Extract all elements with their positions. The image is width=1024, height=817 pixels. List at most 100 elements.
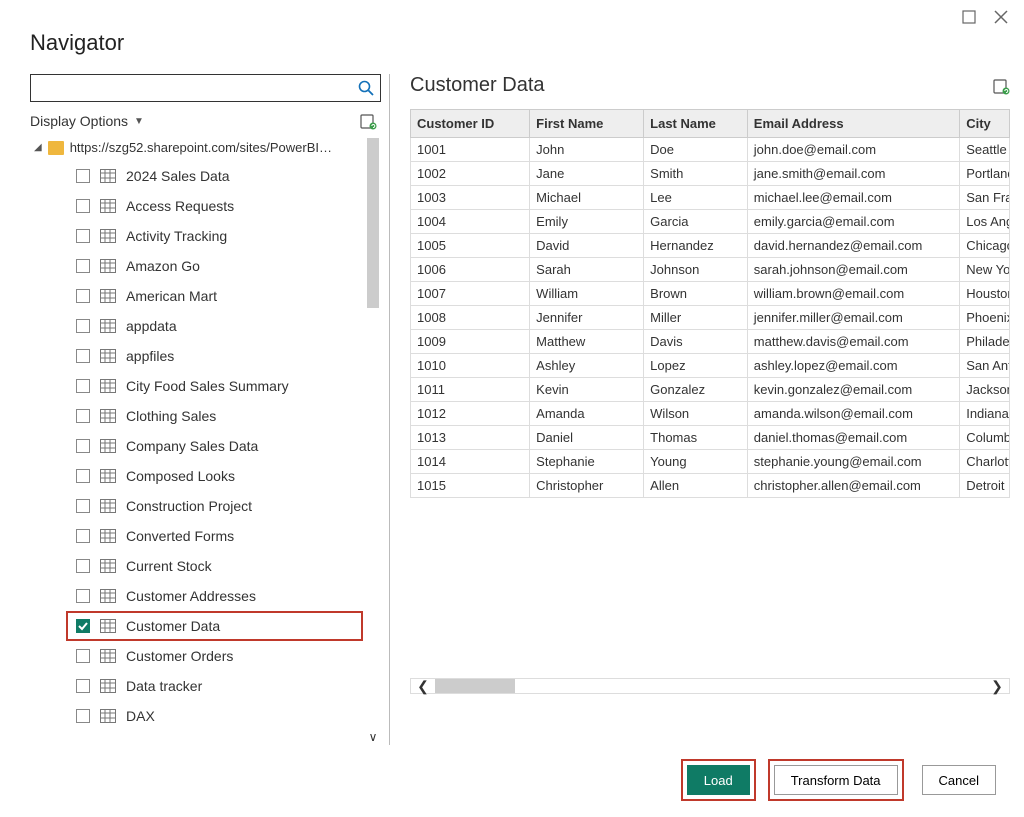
tree-item[interactable]: appfiles [66, 341, 363, 371]
tree-item-label: 2024 Sales Data [126, 168, 230, 184]
scroll-down-icon[interactable]: ∨ [365, 729, 381, 745]
checkbox[interactable] [76, 289, 90, 303]
tree-scrollbar[interactable]: ∧ ∨ [365, 136, 381, 745]
table-cell: Philadelphia [960, 330, 1010, 354]
table-row[interactable]: 1014StephanieYoungstephanie.young@email.… [411, 450, 1010, 474]
table-cell: Wilson [644, 402, 748, 426]
scrollbar-thumb[interactable] [367, 138, 379, 308]
table-row[interactable]: 1002JaneSmithjane.smith@email.comPortlan… [411, 162, 1010, 186]
table-row[interactable]: 1009MatthewDavismatthew.davis@email.comP… [411, 330, 1010, 354]
table-icon [100, 319, 116, 333]
tree-item[interactable]: Access Requests [66, 191, 363, 221]
tree-item[interactable]: Composed Looks [66, 461, 363, 491]
tree-item-label: Customer Addresses [126, 588, 256, 604]
page-title: Navigator [30, 30, 1010, 56]
hscroll-thumb[interactable] [435, 679, 515, 693]
checkbox[interactable] [76, 379, 90, 393]
preview-refresh-icon[interactable] [992, 77, 1010, 95]
tree-item[interactable]: American Mart [66, 281, 363, 311]
table-row[interactable]: 1005DavidHernandezdavid.hernandez@email.… [411, 234, 1010, 258]
load-button[interactable]: Load [687, 765, 750, 795]
scroll-right-icon[interactable]: ❯ [985, 678, 1009, 695]
table-row[interactable]: 1001JohnDoejohn.doe@email.comSeattle [411, 138, 1010, 162]
tree-item[interactable]: Customer Addresses [66, 581, 363, 611]
table-row[interactable]: 1011KevinGonzalezkevin.gonzalez@email.co… [411, 378, 1010, 402]
table-cell: Matthew [530, 330, 644, 354]
checkbox[interactable] [76, 439, 90, 453]
tree-item-label: Data tracker [126, 678, 202, 694]
tree-item-label: Clothing Sales [126, 408, 216, 424]
table-row[interactable]: 1006SarahJohnsonsarah.johnson@email.comN… [411, 258, 1010, 282]
tree-item[interactable]: Construction Project [66, 491, 363, 521]
table-cell: Doe [644, 138, 748, 162]
tree-item[interactable]: Activity Tracking [66, 221, 363, 251]
scroll-left-icon[interactable]: ❮ [411, 678, 435, 695]
checkbox[interactable] [76, 259, 90, 273]
transform-data-button[interactable]: Transform Data [774, 765, 898, 795]
table-cell: 1009 [411, 330, 530, 354]
table-icon [100, 439, 116, 453]
cancel-button[interactable]: Cancel [922, 765, 996, 795]
checkbox[interactable] [76, 469, 90, 483]
tree-item[interactable]: Converted Forms [66, 521, 363, 551]
table-row[interactable]: 1007WilliamBrownwilliam.brown@email.comH… [411, 282, 1010, 306]
table-cell: 1012 [411, 402, 530, 426]
table-row[interactable]: 1004EmilyGarciaemily.garcia@email.comLos… [411, 210, 1010, 234]
table-cell: Daniel [530, 426, 644, 450]
column-header[interactable]: Customer ID [411, 110, 530, 138]
checkbox[interactable] [76, 529, 90, 543]
tree-item[interactable]: Amazon Go [66, 251, 363, 281]
checkbox[interactable] [76, 319, 90, 333]
tree-item[interactable]: Data tracker [66, 671, 363, 701]
table-row[interactable]: 1013DanielThomasdaniel.thomas@email.comC… [411, 426, 1010, 450]
table-icon [100, 199, 116, 213]
column-header[interactable]: Last Name [644, 110, 748, 138]
checkbox[interactable] [76, 349, 90, 363]
checkbox[interactable] [76, 559, 90, 573]
tree-item[interactable]: Customer Orders [66, 641, 363, 671]
checkbox[interactable] [76, 589, 90, 603]
refresh-icon[interactable] [359, 112, 377, 130]
table-row[interactable]: 1015ChristopherAllenchristopher.allen@em… [411, 474, 1010, 498]
horizontal-scrollbar[interactable]: ❮ ❯ [410, 678, 1010, 694]
table-icon [100, 529, 116, 543]
search-input[interactable] [37, 80, 358, 97]
tree-item[interactable]: City Food Sales Summary [66, 371, 363, 401]
checkbox[interactable] [76, 169, 90, 183]
column-header[interactable]: City [960, 110, 1010, 138]
display-options[interactable]: Display Options ▼ [30, 113, 144, 129]
checkbox[interactable] [76, 499, 90, 513]
tree-root[interactable]: ◢ https://szg52.sharepoint.com/sites/Pow… [30, 136, 363, 161]
tree-item[interactable]: Current Stock [66, 551, 363, 581]
table-cell: William [530, 282, 644, 306]
tree-item[interactable]: Company Sales Data [66, 431, 363, 461]
checkbox[interactable] [76, 409, 90, 423]
close-icon[interactable] [994, 10, 1008, 24]
tree-item[interactable]: DAX [66, 701, 363, 731]
table-cell: Garcia [644, 210, 748, 234]
table-cell: Houston [960, 282, 1010, 306]
table-row[interactable]: 1010AshleyLopezashley.lopez@email.comSan… [411, 354, 1010, 378]
maximize-icon[interactable] [962, 10, 976, 24]
tree-item[interactable]: Customer Data [66, 611, 363, 641]
table-row[interactable]: 1003MichaelLeemichael.lee@email.comSan F… [411, 186, 1010, 210]
collapse-icon[interactable]: ◢ [34, 142, 42, 153]
search-box[interactable] [30, 74, 381, 102]
checkbox[interactable] [76, 679, 90, 693]
table-row[interactable]: 1012AmandaWilsonamanda.wilson@email.comI… [411, 402, 1010, 426]
table-icon [100, 259, 116, 273]
tree-item[interactable]: appdata [66, 311, 363, 341]
checkbox[interactable] [76, 199, 90, 213]
checkbox[interactable] [76, 649, 90, 663]
table-icon [100, 229, 116, 243]
checkbox[interactable] [76, 229, 90, 243]
tree-item[interactable]: 2024 Sales Data [66, 161, 363, 191]
table-cell: Smith [644, 162, 748, 186]
checkbox[interactable] [76, 709, 90, 723]
tree-item[interactable]: Clothing Sales [66, 401, 363, 431]
column-header[interactable]: First Name [530, 110, 644, 138]
column-header[interactable]: Email Address [747, 110, 959, 138]
table-cell: 1014 [411, 450, 530, 474]
checkbox[interactable] [76, 619, 90, 633]
table-row[interactable]: 1008JenniferMillerjennifer.miller@email.… [411, 306, 1010, 330]
